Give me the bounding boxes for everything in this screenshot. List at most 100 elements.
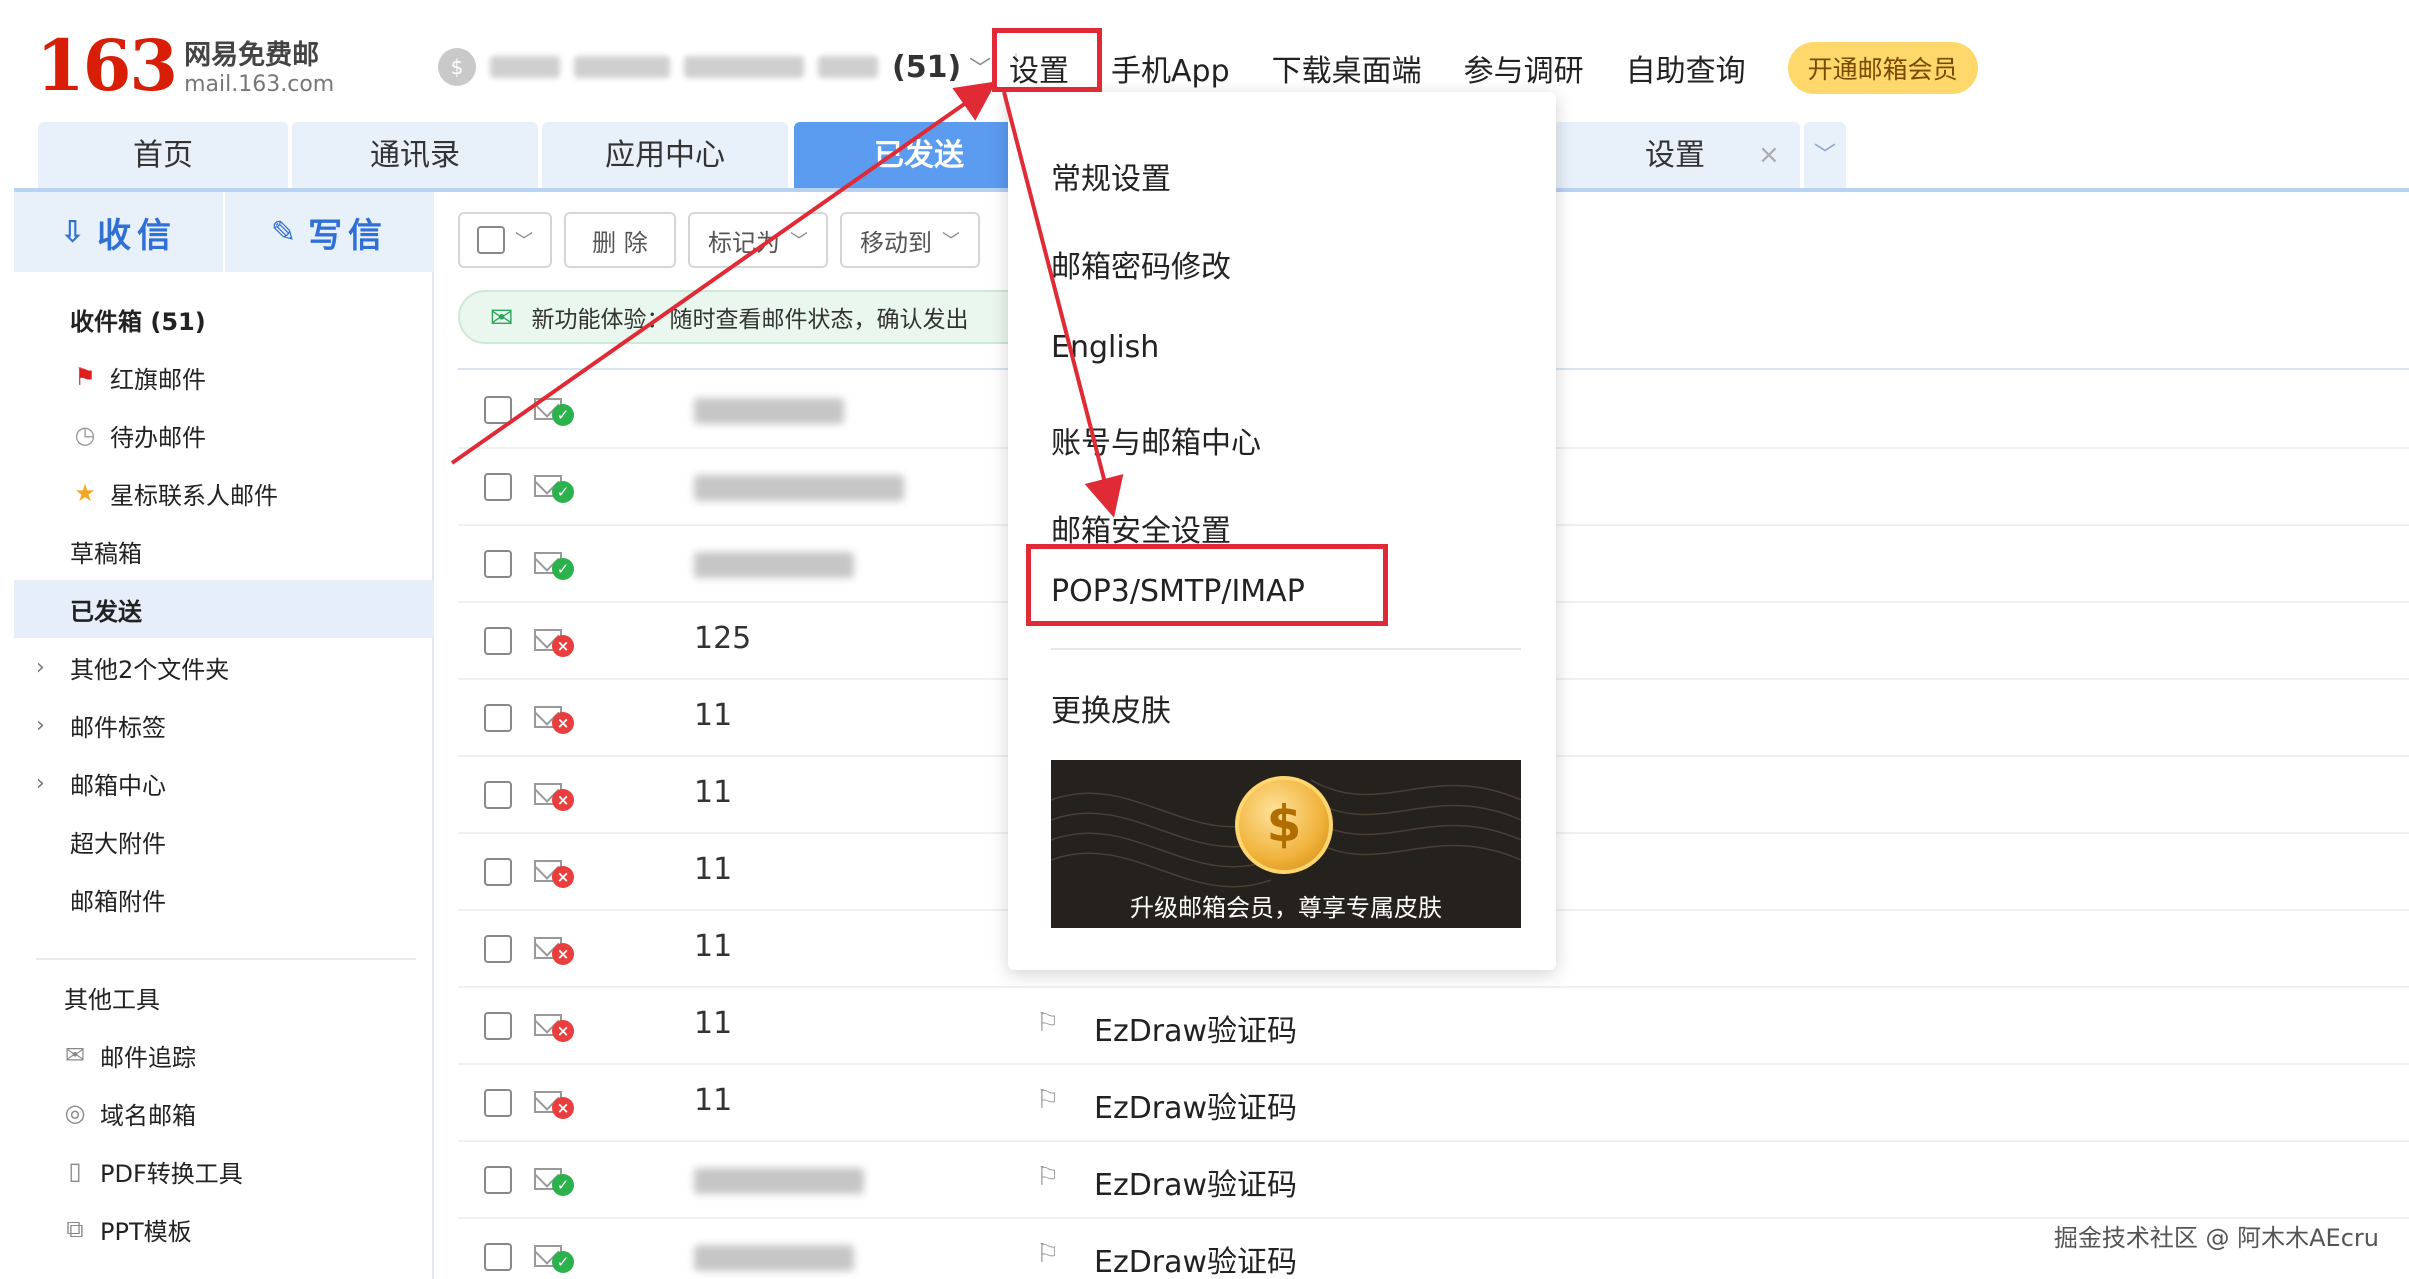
recipient: 11 xyxy=(694,929,733,964)
subject: EzDraw验证码 xyxy=(1094,1091,1298,1126)
close-icon[interactable]: × xyxy=(1758,140,1780,170)
watermark: 掘金技术社区 @ 阿木木AEcru xyxy=(2053,1224,2379,1252)
row-checkbox[interactable] xyxy=(484,1012,512,1040)
menu-item-general-settings[interactable]: 常规设置 xyxy=(1051,154,1171,198)
sidebar-item-labels[interactable]: › 邮件标签 xyxy=(14,696,434,754)
receive-button[interactable]: ⇩ 收信 xyxy=(14,192,223,272)
tool-pdf-convert[interactable]: ▯ PDF转换工具 xyxy=(14,1142,434,1200)
logo[interactable]: 163 网易免费邮 mail.163.com xyxy=(36,30,334,110)
nav-survey[interactable]: 参与调研 xyxy=(1464,46,1584,90)
sidebar-item-large-attachments[interactable]: 超大附件 xyxy=(14,812,434,870)
avatar-icon: $ xyxy=(438,48,476,86)
table-row[interactable]: × 11 ⚐ EzDraw验证码 xyxy=(458,988,2409,1065)
menu-item-change-skin[interactable]: 更换皮肤 xyxy=(1051,686,1171,730)
red-flag-icon: ⚑ xyxy=(74,363,96,391)
chevron-down-icon[interactable]: ﹀ xyxy=(1804,122,1846,190)
sidebar-item-red-flag[interactable]: ⚑ 红旗邮件 xyxy=(14,348,434,406)
account-name-blurred xyxy=(490,56,560,78)
clock-icon: ◷ xyxy=(74,421,96,449)
chevron-down-icon: ﹀ xyxy=(515,231,533,252)
sent-failed-icon: × xyxy=(534,1087,578,1119)
flag-icon[interactable]: ⚐ xyxy=(1036,1085,1059,1115)
logo-name: 网易免费邮 xyxy=(184,40,320,71)
sidebar-item-mail-center[interactable]: › 邮箱中心 xyxy=(14,754,434,812)
subject: EzDraw验证码 xyxy=(1094,1168,1298,1203)
sidebar-item-sent[interactable]: 已发送 xyxy=(14,580,434,638)
nav-mobile-app[interactable]: 手机App xyxy=(1111,46,1230,90)
sent-failed-icon: × xyxy=(534,779,578,811)
recipient: 125 xyxy=(694,621,752,656)
tool-domain-mail[interactable]: ◎ 域名邮箱 xyxy=(14,1084,434,1142)
tool-mail-track[interactable]: ✉ 邮件追踪 xyxy=(14,1026,434,1084)
menu-item-password[interactable]: 邮箱密码修改 xyxy=(1051,242,1231,286)
row-checkbox[interactable] xyxy=(484,1166,512,1194)
tab-contacts[interactable]: 通讯录 xyxy=(292,122,538,190)
account-switcher[interactable]: $ (51) ﹀ xyxy=(438,46,1018,88)
sidebar-item-other-folders[interactable]: › 其他2个文件夹 xyxy=(14,638,434,696)
subject: EzDraw验证码 xyxy=(1094,1014,1298,1049)
recipient: 11 xyxy=(694,775,733,810)
mark-as-dropdown[interactable]: 标记为 ﹀ xyxy=(688,212,828,268)
recipient-blurred xyxy=(694,398,844,424)
row-checkbox[interactable] xyxy=(484,396,512,424)
recipient-blurred xyxy=(694,552,854,578)
feature-notice[interactable]: ✉ 新功能体验：随时查看邮件状态，确认发出 xyxy=(458,290,1018,344)
row-checkbox[interactable] xyxy=(484,1243,512,1271)
row-checkbox[interactable] xyxy=(484,473,512,501)
flag-icon[interactable]: ⚐ xyxy=(1036,1008,1059,1038)
star-icon: ★ xyxy=(74,479,96,507)
menu-item-english[interactable]: English xyxy=(1051,330,1159,365)
sidebar-item-attachments[interactable]: 邮箱附件 xyxy=(14,870,434,928)
mail-check-icon: ✉ xyxy=(490,300,514,334)
table-row[interactable]: ✓ ⚐ EzDraw验证码 xyxy=(458,1142,2409,1219)
recipient-blurred xyxy=(694,1168,864,1194)
write-button[interactable]: ✎ 写信 xyxy=(225,192,434,272)
sidebar-item-drafts[interactable]: 草稿箱 xyxy=(14,522,434,580)
recipient-blurred xyxy=(694,475,904,501)
sent-failed-icon: × xyxy=(534,625,578,657)
row-checkbox[interactable] xyxy=(484,550,512,578)
chevron-down-icon: ﹀ xyxy=(790,231,808,252)
table-row[interactable]: × 11 ⚐ EzDraw验证码 xyxy=(458,1065,2409,1142)
vip-skin-banner[interactable]: $ 升级邮箱会员，尊享专属皮肤 xyxy=(1051,760,1521,928)
tab-sent[interactable]: 已发送 xyxy=(794,122,1044,190)
move-to-dropdown[interactable]: 移动到 ﹀ xyxy=(840,212,980,268)
sent-failed-icon: × xyxy=(534,933,578,965)
inbox-download-icon: ⇩ xyxy=(59,214,86,250)
recipient: 11 xyxy=(694,698,733,733)
row-checkbox[interactable] xyxy=(484,1089,512,1117)
tool-ppt-template[interactable]: ⧉ PPT模板 xyxy=(14,1200,434,1258)
select-all-dropdown[interactable]: ﹀ xyxy=(458,212,552,268)
tab-settings-label: 设置 xyxy=(1645,138,1705,173)
settings-dropdown-menu: 常规设置 邮箱密码修改 English 账号与邮箱中心 邮箱安全设置 POP3/… xyxy=(1008,92,1556,970)
sidebar-item-todo[interactable]: ◷ 待办邮件 xyxy=(14,406,434,464)
sent-success-icon: ✓ xyxy=(534,394,578,426)
sidebar-item-inbox[interactable]: 收件箱 (51) xyxy=(14,290,434,348)
row-checkbox[interactable] xyxy=(484,781,512,809)
tab-app-center[interactable]: 应用中心 xyxy=(542,122,788,190)
delete-button[interactable]: 删 除 xyxy=(564,212,676,268)
flag-icon[interactable]: ⚐ xyxy=(1036,1239,1059,1269)
nav-self-service[interactable]: 自助查询 xyxy=(1626,46,1746,90)
divider xyxy=(36,958,416,960)
nav-download-desktop[interactable]: 下载桌面端 xyxy=(1272,46,1422,90)
row-checkbox[interactable] xyxy=(484,858,512,886)
row-checkbox[interactable] xyxy=(484,935,512,963)
sent-success-icon: ✓ xyxy=(534,1241,578,1273)
tab-home[interactable]: 首页 xyxy=(38,122,288,190)
row-checkbox[interactable] xyxy=(484,627,512,655)
tools-title: 其他工具 xyxy=(64,985,160,1014)
flag-icon[interactable]: ⚐ xyxy=(1036,1162,1059,1192)
vip-medal-icon: $ xyxy=(1235,776,1333,874)
ppt-icon: ⧉ xyxy=(66,1215,84,1243)
sent-success-icon: ✓ xyxy=(534,548,578,580)
chevron-right-icon: › xyxy=(36,654,45,680)
globe-icon: ◎ xyxy=(64,1099,86,1127)
menu-item-account-center[interactable]: 账号与邮箱中心 xyxy=(1051,418,1261,462)
sidebar: ⇩ 收信 ✎ 写信 收件箱 (51) ⚑ 红旗邮件 ◷ 待办邮件 ★ 星标联系人… xyxy=(14,192,434,1279)
row-checkbox[interactable] xyxy=(484,704,512,732)
recipient: 11 xyxy=(694,1083,733,1118)
vip-button[interactable]: 开通邮箱会员 xyxy=(1787,42,1978,94)
compose-bar: ⇩ 收信 ✎ 写信 xyxy=(14,192,434,272)
sidebar-item-starred[interactable]: ★ 星标联系人邮件 xyxy=(14,464,434,522)
